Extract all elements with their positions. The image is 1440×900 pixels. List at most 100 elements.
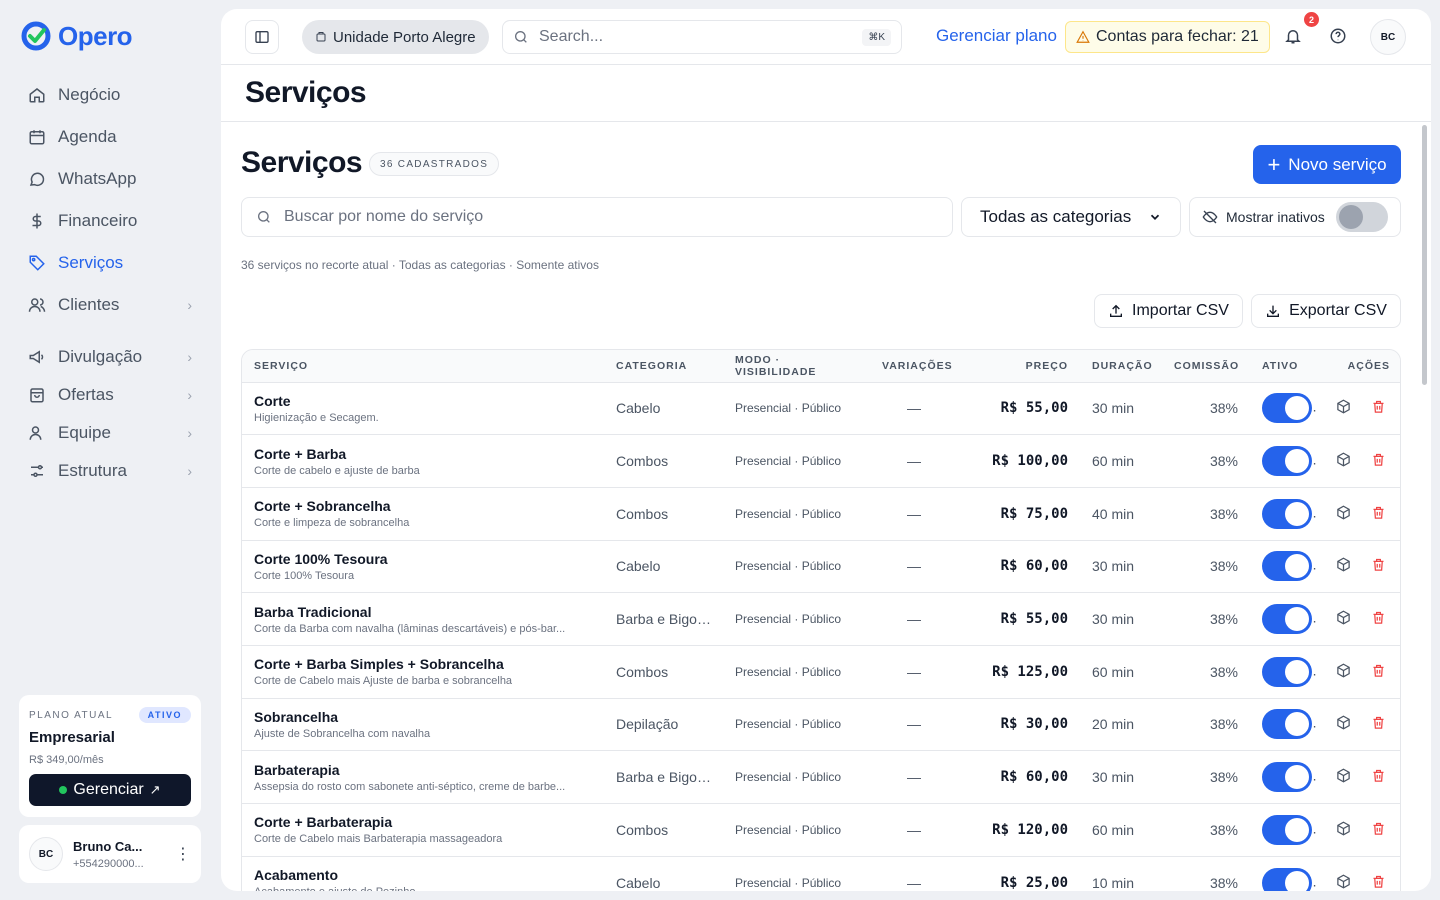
category-cell: Depilação bbox=[616, 716, 679, 733]
active-toggle-switch[interactable] bbox=[1262, 446, 1312, 477]
toggle-switch[interactable] bbox=[1336, 202, 1388, 232]
help-icon[interactable] bbox=[1329, 27, 1347, 50]
team-icon bbox=[28, 424, 46, 442]
trash-icon[interactable] bbox=[1371, 505, 1386, 523]
service-cell[interactable]: Barbaterapia Assepsia do rosto com sabone… bbox=[242, 751, 604, 804]
service-cell[interactable]: Corte + Barbaterapia Corte de Cabelo mais… bbox=[242, 804, 604, 857]
active-toggle-switch[interactable] bbox=[1262, 604, 1312, 635]
package-icon[interactable] bbox=[1336, 768, 1351, 786]
shopping-bag-icon bbox=[28, 386, 46, 404]
active-toggle-switch[interactable] bbox=[1262, 551, 1312, 582]
service-description: Assepsia do rosto com sabonete anti-sépt… bbox=[254, 780, 566, 793]
active-toggle-switch[interactable] bbox=[1262, 498, 1312, 529]
active-toggle-switch[interactable] bbox=[1262, 814, 1312, 845]
service-search-input[interactable]: Buscar por nome do serviço bbox=[241, 197, 953, 237]
scrollbar[interactable] bbox=[1422, 125, 1427, 385]
mode-cell: Presencial · Público bbox=[735, 612, 842, 627]
services-table: SERVIÇO CATEGORIA MODO · VISIBILIDADE VA… bbox=[241, 349, 1401, 891]
actions-cell bbox=[1318, 540, 1400, 593]
service-cell[interactable]: Corte 100% Tesoura Corte 100% Tesoura bbox=[242, 540, 604, 593]
sidebar-item-negocio[interactable]: Negócio bbox=[16, 76, 204, 114]
new-service-button[interactable]: + Novo serviço bbox=[1253, 145, 1401, 184]
sidebar-item-ofertas[interactable]: Ofertas › bbox=[16, 378, 204, 412]
sidebar-item-servicos[interactable]: Serviços bbox=[16, 244, 204, 282]
service-cell[interactable]: Acabamento Acabamento e ajuste de Pezinho bbox=[242, 856, 604, 891]
tag-icon bbox=[28, 254, 46, 272]
active-toggle-switch[interactable] bbox=[1262, 709, 1312, 740]
active-toggle-switch[interactable] bbox=[1262, 867, 1312, 891]
trash-icon[interactable] bbox=[1371, 557, 1386, 575]
table-body: Corte Higienização e Secagem. Cabelo Presen… bbox=[242, 382, 1400, 891]
bell-icon[interactable] bbox=[1284, 27, 1302, 50]
manage-plan-button[interactable]: Gerenciar ↗ bbox=[29, 774, 191, 806]
trash-icon[interactable] bbox=[1371, 399, 1386, 417]
sidebar: Opero Negócio Agenda WhatsApp Financeiro… bbox=[0, 0, 220, 900]
service-cell[interactable]: Barba Tradicional Corte da Barba com nava… bbox=[242, 593, 604, 646]
table-row[interactable]: Barbaterapia Assepsia do rosto com sabone… bbox=[242, 751, 1400, 804]
table-row[interactable]: Corte 100% Tesoura Corte 100% Tesoura Cabe… bbox=[242, 540, 1400, 593]
import-csv-button[interactable]: Importar CSV bbox=[1094, 294, 1243, 328]
table-row[interactable]: Corte + Barba Corte de cabelo e ajuste de… bbox=[242, 435, 1400, 488]
sidebar-item-divulgacao[interactable]: Divulgação › bbox=[16, 340, 204, 374]
package-icon[interactable] bbox=[1336, 557, 1351, 575]
trash-icon[interactable] bbox=[1371, 452, 1386, 470]
table-row[interactable]: Corte + Barbaterapia Corte de Cabelo mais… bbox=[242, 804, 1400, 857]
accounts-to-close-button[interactable]: Contas para fechar: 21 bbox=[1065, 21, 1270, 53]
service-cell[interactable]: Corte Higienização e Secagem. bbox=[242, 382, 604, 435]
external-arrow-icon: ↗ bbox=[149, 782, 161, 797]
sidebar-item-agenda[interactable]: Agenda bbox=[16, 118, 204, 156]
logo[interactable]: Opero bbox=[20, 20, 133, 52]
trash-icon[interactable] bbox=[1371, 821, 1386, 839]
global-search-input[interactable]: Search... ⌘K bbox=[502, 20, 902, 54]
service-description: Corte da Barba com navalha (lâminas desc… bbox=[254, 622, 566, 635]
service-cell[interactable]: Corte + Barba Corte de cabelo e ajuste de… bbox=[242, 435, 604, 488]
package-icon[interactable] bbox=[1336, 821, 1351, 839]
package-icon[interactable] bbox=[1336, 505, 1351, 523]
commission-cell: 38% bbox=[1209, 874, 1238, 891]
table-row[interactable]: Acabamento Acabamento e ajuste de Pezinho… bbox=[242, 856, 1400, 891]
export-csv-button[interactable]: Exportar CSV bbox=[1251, 294, 1401, 328]
active-toggle-switch[interactable] bbox=[1262, 762, 1312, 793]
sidebar-item-financeiro[interactable]: Financeiro bbox=[16, 202, 204, 240]
show-inactive-toggle[interactable]: Mostrar inativos bbox=[1189, 197, 1401, 237]
table-row[interactable]: Corte + Barba Simples + Sobrancelha Corte… bbox=[242, 645, 1400, 699]
trash-icon[interactable] bbox=[1371, 610, 1386, 628]
table-row[interactable]: Corte + Sobrancelha Corte e limpeza de so… bbox=[242, 487, 1400, 541]
category-cell: Cabelo bbox=[616, 400, 661, 417]
package-icon[interactable] bbox=[1336, 715, 1351, 733]
unit-selector[interactable]: Unidade Porto Alegre bbox=[302, 20, 489, 54]
table-row[interactable]: Sobrancelha Ajuste de Sobrancelha com nav… bbox=[242, 698, 1400, 751]
category-cell: Barba e Bigode bbox=[616, 611, 713, 628]
package-icon[interactable] bbox=[1336, 874, 1351, 891]
sidebar-item-estrutura[interactable]: Estrutura › bbox=[16, 454, 204, 488]
sidebar-item-whatsapp[interactable]: WhatsApp bbox=[16, 160, 204, 198]
plan-card: PLANO ATUAL ATIVO Empresarial R$ 349,00/… bbox=[19, 695, 201, 817]
download-icon bbox=[1267, 305, 1280, 317]
sidebar-item-equipe[interactable]: Equipe › bbox=[16, 416, 204, 450]
service-cell[interactable]: Corte + Barba Simples + Sobrancelha Corte… bbox=[242, 645, 604, 698]
trash-icon[interactable] bbox=[1371, 715, 1386, 733]
active-toggle-switch[interactable] bbox=[1262, 393, 1312, 424]
package-icon[interactable] bbox=[1336, 452, 1351, 470]
trash-icon[interactable] bbox=[1371, 768, 1386, 786]
trash-icon[interactable] bbox=[1371, 663, 1386, 681]
table-row[interactable]: Corte Higienização e Secagem. Cabelo Presen… bbox=[242, 382, 1400, 435]
trash-icon[interactable] bbox=[1371, 874, 1386, 891]
active-toggle-switch[interactable] bbox=[1262, 656, 1312, 687]
price-cell: R$ 120,00 bbox=[992, 821, 1068, 838]
package-icon[interactable] bbox=[1336, 610, 1351, 628]
user-card[interactable]: BC Bruno Ca... +554290000... ⋮ bbox=[19, 825, 201, 883]
service-description: Corte e limpeza de sobrancelha bbox=[254, 517, 410, 530]
manage-plan-link[interactable]: Gerenciar plano bbox=[936, 26, 1057, 46]
kebab-menu-icon[interactable]: ⋮ bbox=[175, 844, 191, 864]
duration-cell: 20 min bbox=[1092, 716, 1135, 733]
category-select[interactable]: Todas as categorias bbox=[961, 197, 1181, 237]
package-icon[interactable] bbox=[1336, 399, 1351, 417]
package-icon[interactable] bbox=[1336, 663, 1351, 681]
sidebar-toggle-button[interactable] bbox=[245, 20, 279, 54]
avatar[interactable]: BC bbox=[1370, 19, 1406, 55]
service-cell[interactable]: Sobrancelha Ajuste de Sobrancelha com nav… bbox=[242, 698, 604, 751]
sidebar-item-clientes[interactable]: Clientes › bbox=[16, 286, 204, 324]
service-cell[interactable]: Corte + Sobrancelha Corte e limpeza de so… bbox=[242, 487, 604, 540]
table-row[interactable]: Barba Tradicional Corte da Barba com nava… bbox=[242, 593, 1400, 646]
